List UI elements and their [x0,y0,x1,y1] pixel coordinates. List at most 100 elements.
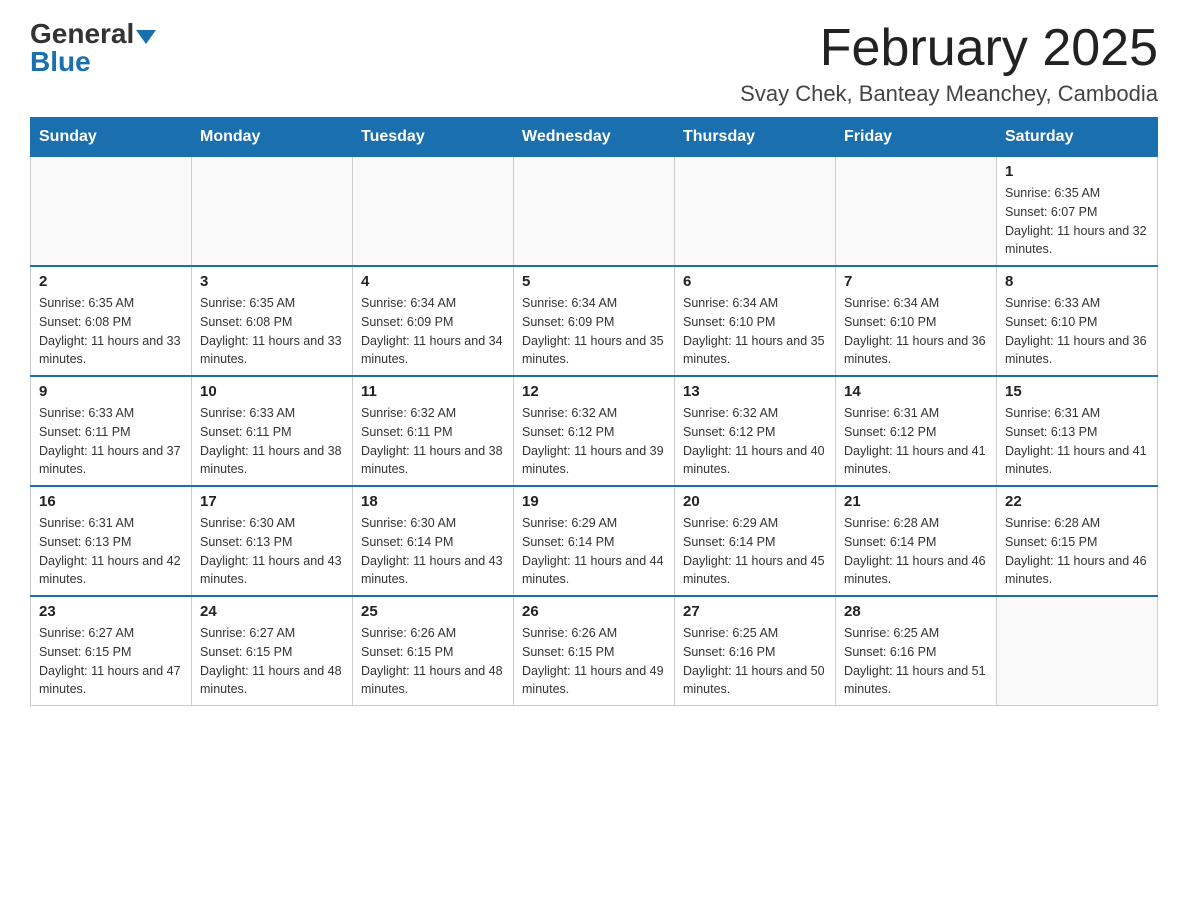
calendar-cell: 16 Sunrise: 6:31 AM Sunset: 6:13 PM Dayli… [31,486,192,596]
calendar-cell: 3 Sunrise: 6:35 AM Sunset: 6:08 PM Daylig… [192,266,353,376]
day-number: 2 [39,273,183,290]
calendar-cell: 18 Sunrise: 6:30 AM Sunset: 6:14 PM Dayli… [353,486,514,596]
calendar-cell [836,157,997,267]
calendar-cell: 23 Sunrise: 6:27 AM Sunset: 6:15 PM Dayli… [31,596,192,706]
day-number: 6 [683,273,827,290]
day-info: Sunrise: 6:33 AM Sunset: 6:11 PM Dayligh… [200,404,344,479]
day-number: 26 [522,603,666,620]
header-friday: Friday [836,118,997,157]
calendar-cell: 22 Sunrise: 6:28 AM Sunset: 6:15 PM Dayli… [997,486,1158,596]
calendar-cell: 17 Sunrise: 6:30 AM Sunset: 6:13 PM Dayli… [192,486,353,596]
day-info: Sunrise: 6:30 AM Sunset: 6:14 PM Dayligh… [361,514,505,589]
day-info: Sunrise: 6:35 AM Sunset: 6:07 PM Dayligh… [1005,184,1149,259]
header-thursday: Thursday [675,118,836,157]
day-info: Sunrise: 6:28 AM Sunset: 6:15 PM Dayligh… [1005,514,1149,589]
calendar-cell: 28 Sunrise: 6:25 AM Sunset: 6:16 PM Dayli… [836,596,997,706]
day-number: 5 [522,273,666,290]
calendar-cell [353,157,514,267]
day-number: 21 [844,493,988,510]
day-number: 22 [1005,493,1149,510]
day-info: Sunrise: 6:31 AM Sunset: 6:13 PM Dayligh… [1005,404,1149,479]
day-info: Sunrise: 6:27 AM Sunset: 6:15 PM Dayligh… [39,624,183,699]
calendar-week-row: 16 Sunrise: 6:31 AM Sunset: 6:13 PM Dayli… [31,486,1158,596]
calendar-cell: 2Sunrise: 6:35 AM Sunset: 6:08 PM Daylig… [31,266,192,376]
calendar-cell [514,157,675,267]
calendar-cell: 4Sunrise: 6:34 AM Sunset: 6:09 PM Daylig… [353,266,514,376]
day-info: Sunrise: 6:32 AM Sunset: 6:12 PM Dayligh… [683,404,827,479]
logo-blue: Blue [30,48,91,76]
calendar-cell [31,157,192,267]
day-info: Sunrise: 6:33 AM Sunset: 6:11 PM Dayligh… [39,404,183,479]
day-info: Sunrise: 6:32 AM Sunset: 6:11 PM Dayligh… [361,404,505,479]
day-number: 7 [844,273,988,290]
day-info: Sunrise: 6:35 AM Sunset: 6:08 PM Dayligh… [200,294,344,369]
logo-triangle-icon [136,30,156,44]
calendar-cell: 10 Sunrise: 6:33 AM Sunset: 6:11 PM Dayli… [192,376,353,486]
calendar-week-row: 9 Sunrise: 6:33 AM Sunset: 6:11 PM Daylig… [31,376,1158,486]
calendar-cell: 9 Sunrise: 6:33 AM Sunset: 6:11 PM Daylig… [31,376,192,486]
day-info: Sunrise: 6:34 AM Sunset: 6:09 PM Dayligh… [522,294,666,369]
day-number: 19 [522,493,666,510]
day-number: 13 [683,383,827,400]
day-info: Sunrise: 6:34 AM Sunset: 6:09 PM Dayligh… [361,294,505,369]
calendar-cell: 21 Sunrise: 6:28 AM Sunset: 6:14 PM Dayli… [836,486,997,596]
calendar-cell: 11Sunrise: 6:32 AM Sunset: 6:11 PM Dayli… [353,376,514,486]
calendar-cell: 1 Sunrise: 6:35 AM Sunset: 6:07 PM Daylig… [997,157,1158,267]
header-monday: Monday [192,118,353,157]
header-sunday: Sunday [31,118,192,157]
day-number: 3 [200,273,344,290]
calendar-cell: 12 Sunrise: 6:32 AM Sunset: 6:12 PM Dayli… [514,376,675,486]
day-info: Sunrise: 6:27 AM Sunset: 6:15 PM Dayligh… [200,624,344,699]
calendar-cell: 19Sunrise: 6:29 AM Sunset: 6:14 PM Dayli… [514,486,675,596]
day-number: 25 [361,603,505,620]
calendar-week-row: 1 Sunrise: 6:35 AM Sunset: 6:07 PM Daylig… [31,157,1158,267]
calendar-cell: 27 Sunrise: 6:25 AM Sunset: 6:16 PM Dayli… [675,596,836,706]
title-area: February 2025 Svay Chek, Banteay Meanche… [740,20,1158,107]
calendar-cell: 13 Sunrise: 6:32 AM Sunset: 6:12 PM Dayli… [675,376,836,486]
day-number: 17 [200,493,344,510]
day-info: Sunrise: 6:31 AM Sunset: 6:13 PM Dayligh… [39,514,183,589]
header-saturday: Saturday [997,118,1158,157]
day-number: 16 [39,493,183,510]
day-number: 12 [522,383,666,400]
day-info: Sunrise: 6:28 AM Sunset: 6:14 PM Dayligh… [844,514,988,589]
header-tuesday: Tuesday [353,118,514,157]
calendar-cell: 7 Sunrise: 6:34 AM Sunset: 6:10 PM Daylig… [836,266,997,376]
day-info: Sunrise: 6:25 AM Sunset: 6:16 PM Dayligh… [683,624,827,699]
calendar-table: SundayMondayTuesdayWednesdayThursdayFrid… [30,117,1158,706]
calendar-cell: 24 Sunrise: 6:27 AM Sunset: 6:15 PM Dayli… [192,596,353,706]
header-wednesday: Wednesday [514,118,675,157]
day-info: Sunrise: 6:33 AM Sunset: 6:10 PM Dayligh… [1005,294,1149,369]
day-info: Sunrise: 6:30 AM Sunset: 6:13 PM Dayligh… [200,514,344,589]
day-info: Sunrise: 6:31 AM Sunset: 6:12 PM Dayligh… [844,404,988,479]
day-number: 9 [39,383,183,400]
calendar-cell: 26Sunrise: 6:26 AM Sunset: 6:15 PM Dayli… [514,596,675,706]
day-number: 27 [683,603,827,620]
calendar-cell [675,157,836,267]
calendar-cell: 8 Sunrise: 6:33 AM Sunset: 6:10 PM Daylig… [997,266,1158,376]
calendar-header-row: SundayMondayTuesdayWednesdayThursdayFrid… [31,118,1158,157]
day-info: Sunrise: 6:34 AM Sunset: 6:10 PM Dayligh… [683,294,827,369]
day-info: Sunrise: 6:32 AM Sunset: 6:12 PM Dayligh… [522,404,666,479]
logo-general: General [30,18,134,49]
calendar-cell: 20Sunrise: 6:29 AM Sunset: 6:14 PM Dayli… [675,486,836,596]
location-title: Svay Chek, Banteay Meanchey, Cambodia [740,81,1158,107]
day-info: Sunrise: 6:25 AM Sunset: 6:16 PM Dayligh… [844,624,988,699]
day-info: Sunrise: 6:29 AM Sunset: 6:14 PM Dayligh… [683,514,827,589]
day-number: 1 [1005,163,1149,180]
day-info: Sunrise: 6:26 AM Sunset: 6:15 PM Dayligh… [361,624,505,699]
page-header: General Blue February 2025 Svay Chek, Ba… [30,20,1158,107]
day-number: 8 [1005,273,1149,290]
calendar-cell: 15Sunrise: 6:31 AM Sunset: 6:13 PM Dayli… [997,376,1158,486]
day-number: 23 [39,603,183,620]
logo-text: General [30,20,156,48]
day-number: 14 [844,383,988,400]
day-number: 28 [844,603,988,620]
calendar-cell [997,596,1158,706]
calendar-week-row: 2 Sunrise: 6:35 AM Sunset: 6:08 PM Daylig… [31,266,1158,376]
day-info: Sunrise: 6:34 AM Sunset: 6:10 PM Dayligh… [844,294,988,369]
day-number: 24 [200,603,344,620]
day-number: 18 [361,493,505,510]
calendar-week-row: 23 Sunrise: 6:27 AM Sunset: 6:15 PM Dayli… [31,596,1158,706]
day-number: 10 [200,383,344,400]
